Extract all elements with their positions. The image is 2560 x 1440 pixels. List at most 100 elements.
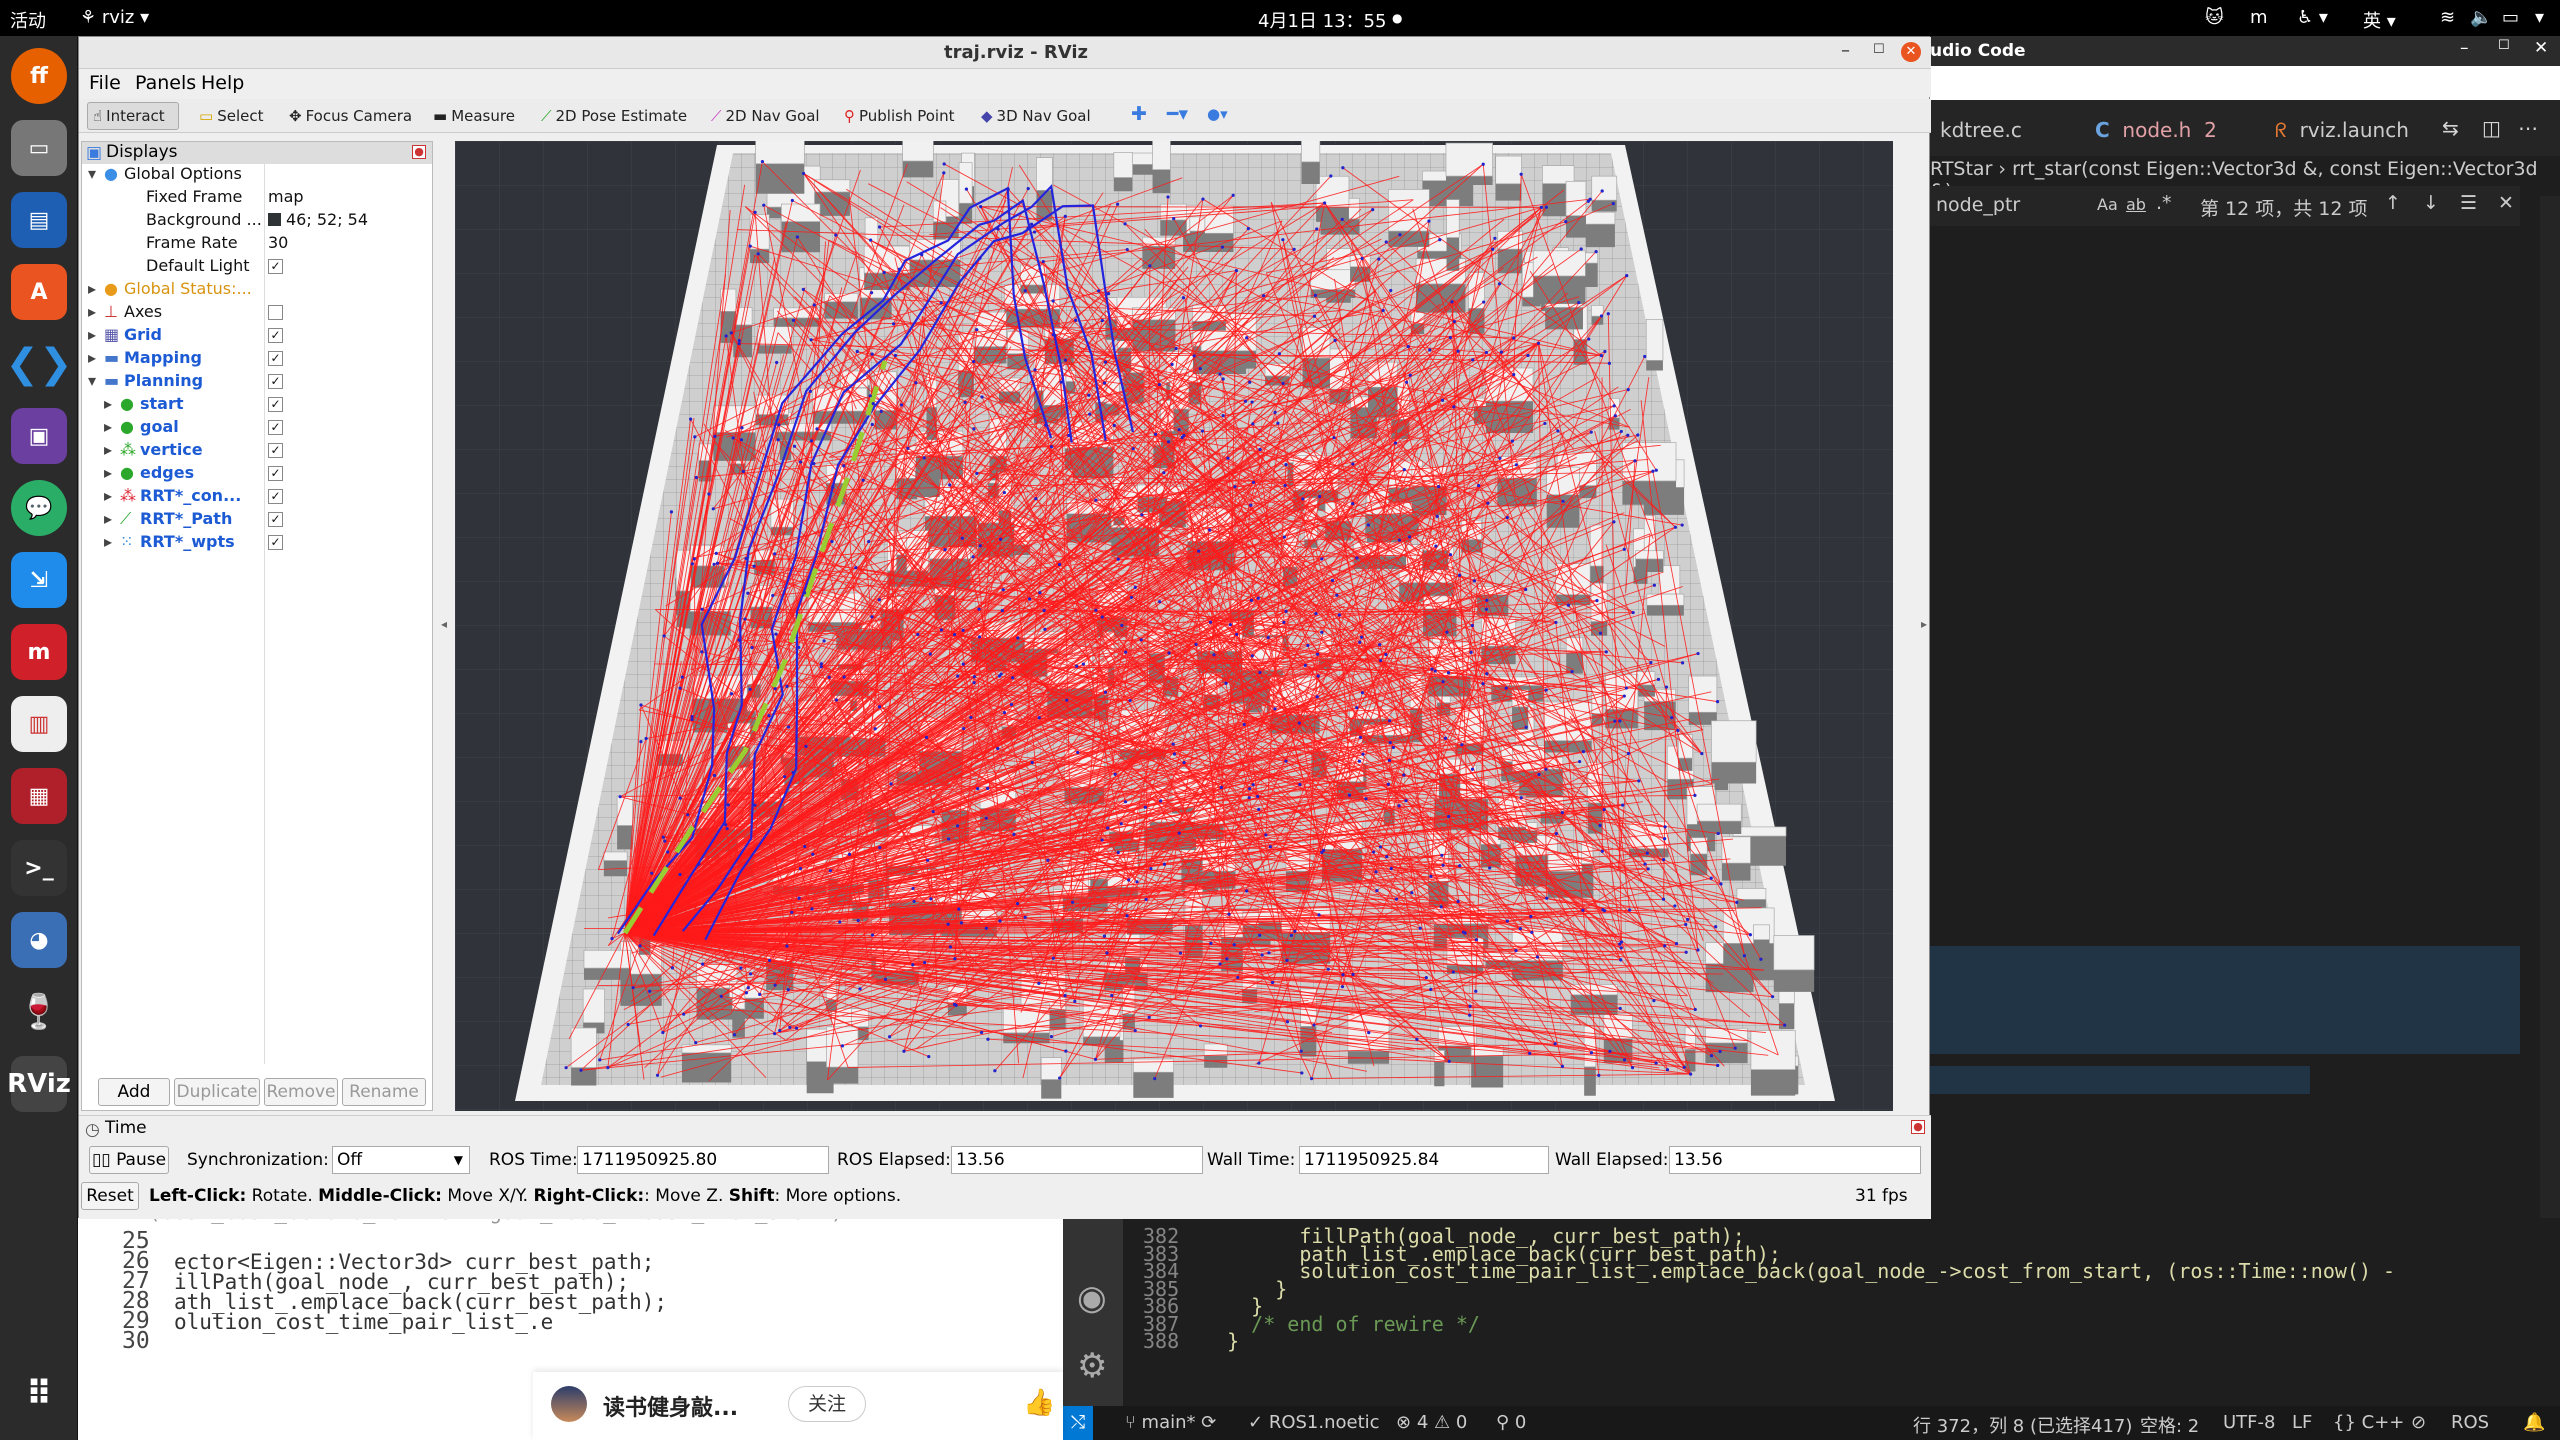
collapsed-arrow-icon[interactable]: ▸ [104, 463, 112, 482]
settings-gear-icon[interactable]: ⚙ [1077, 1346, 1107, 1386]
display-row[interactable]: ▾ ▬ Planning ✓ [82, 371, 432, 394]
account-icon[interactable]: ◉ [1077, 1278, 1107, 1318]
clock[interactable]: 4月1日 13：55 [1258, 7, 1386, 33]
regex-toggle-icon[interactable]: .* [2156, 192, 2172, 214]
writer-icon[interactable]: ▤ [11, 192, 67, 248]
accessibility-icon[interactable]: ♿ ▾ [2297, 7, 2328, 28]
previous-match-icon[interactable]: ↑ [2385, 192, 2401, 214]
display-row[interactable]: ▸ ● Global Status:... [82, 279, 432, 302]
tab-node-h[interactable]: C node.h 2 [2095, 118, 2217, 142]
display-row[interactable]: ▸ ● goal ✓ [82, 417, 432, 440]
remove-button[interactable]: Remove [264, 1078, 338, 1106]
reset-button[interactable]: Reset [81, 1182, 139, 1210]
visibility-checkbox[interactable]: ✓ [268, 374, 283, 389]
display-row[interactable]: ▸ ⊥ Axes [82, 302, 432, 325]
visibility-checkbox[interactable]: ✓ [268, 420, 283, 435]
publish-point-tool[interactable]: ⚲ Publish Point [844, 107, 954, 125]
code-editor-lower[interactable]: ◉ ⚙ 382 fillPath(goal_node_, curr_best_p… [1063, 1218, 2560, 1406]
property-cell[interactable]: 30 [268, 233, 288, 252]
collapsed-arrow-icon[interactable]: ▸ [104, 417, 112, 436]
display-row[interactable]: Background ... 46; 52; 54 [82, 210, 432, 233]
3d-viewport[interactable] [455, 141, 1893, 1111]
display-row[interactable]: ▸ ⟋ RRT*_Path ✓ [82, 509, 432, 532]
display-row[interactable]: Frame Rate 30 [82, 233, 432, 256]
battery-icon[interactable]: ▭ [2502, 7, 2519, 28]
software-center-icon[interactable]: A [11, 264, 67, 320]
display-row[interactable]: ▸ ● edges ✓ [82, 463, 432, 486]
cat-tray-icon[interactable]: 🐱 [2205, 7, 2224, 28]
terminal-icon[interactable]: >_ [11, 840, 67, 896]
visibility-checkbox[interactable]: ✓ [268, 512, 283, 527]
follow-button[interactable]: 关注 [788, 1386, 866, 1422]
more-actions-icon[interactable]: ⋯ [2518, 116, 2538, 140]
3d-nav-goal-tool[interactable]: ◆ 3D Nav Goal [981, 107, 1091, 125]
rviz-icon[interactable]: RViz [7, 1056, 71, 1112]
cursor-position[interactable]: 行 372，列 8 (已选择417) [1913, 1412, 2132, 1438]
pause-button[interactable]: ▯▯ Pause [89, 1146, 169, 1174]
ros-env-item[interactable]: ✓ ROS1.noetic [1248, 1412, 1380, 1433]
interact-tool[interactable]: ☝ Interact [93, 107, 165, 125]
display-row[interactable]: Fixed Frame map [82, 187, 432, 210]
expanded-arrow-icon[interactable]: ▾ [88, 164, 96, 183]
notes-icon[interactable]: ▥ [11, 696, 67, 752]
property-value[interactable]: 46; 52; 54 [286, 210, 368, 229]
rrt-star-scene[interactable] [455, 141, 1893, 1111]
find-in-selection-icon[interactable]: ☰ [2460, 192, 2477, 214]
pose-estimate-tool[interactable]: ⟋ 2D Pose Estimate [541, 107, 687, 125]
input-method[interactable]: 英 ▾ [2363, 7, 2396, 33]
files-icon[interactable]: ▭ [11, 120, 67, 176]
match-case-toggle[interactable]: Aa [2097, 195, 2118, 214]
visibility-checkbox[interactable]: ✓ [268, 443, 283, 458]
close-panel-icon[interactable]: ● [1911, 1120, 1925, 1134]
property-value[interactable]: map [268, 187, 304, 206]
remote-icon[interactable]: ⤭ [1063, 1406, 1093, 1440]
remove-tool-icon[interactable]: ━▾ [1167, 103, 1188, 125]
avatar[interactable] [551, 1386, 587, 1422]
color-swatch[interactable] [268, 213, 281, 226]
ros-time-field[interactable]: 1711950925.80 [577, 1146, 829, 1174]
display-row[interactable]: ▾ ● Global Options [82, 164, 432, 187]
visibility-checkbox[interactable]: ✓ [268, 397, 283, 412]
end-of-line[interactable]: LF [2292, 1412, 2312, 1433]
ros-elapsed-field[interactable]: 13.56 [951, 1146, 1203, 1174]
app-cat-icon[interactable]: ◕ [11, 912, 67, 968]
display-row[interactable]: ▸ ⁂ vertice ✓ [82, 440, 432, 463]
tray-icon[interactable]: m [2250, 7, 2268, 28]
wall-elapsed-field[interactable]: 13.56 [1669, 1146, 1921, 1174]
display-row[interactable]: Default Light ✓ [82, 256, 432, 279]
minimap-scrollbar[interactable] [2540, 196, 2560, 1396]
collapsed-arrow-icon[interactable]: ▸ [88, 348, 96, 367]
measure-tool[interactable]: ▬ Measure [433, 107, 515, 125]
close-panel-icon[interactable]: ● [412, 145, 426, 159]
find-input[interactable]: node_ptr [1936, 194, 2020, 216]
collapsed-arrow-icon[interactable]: ▸ [88, 325, 96, 344]
collapsed-arrow-icon[interactable]: ▸ [104, 532, 112, 551]
menu-panels[interactable]: Panels [135, 72, 196, 94]
display-row[interactable]: ▸ ⁂ RRT*_con... ✓ [82, 486, 432, 509]
collapse-left-icon[interactable]: ◂ [441, 617, 447, 631]
nav-goal-tool[interactable]: ⟋ 2D Nav Goal [711, 107, 820, 125]
collapsed-arrow-icon[interactable]: ▸ [88, 279, 96, 298]
expanded-arrow-icon[interactable]: ▾ [88, 371, 96, 390]
visibility-checkbox[interactable]: ✓ [268, 328, 283, 343]
rename-button[interactable]: Rename [342, 1078, 426, 1106]
minimize-icon[interactable]: – [1841, 40, 1850, 61]
app-menu[interactable]: ⚘ rviz ▾ [80, 7, 149, 28]
duplicate-button[interactable]: Duplicate [174, 1078, 260, 1106]
focus-camera-tool[interactable]: ✥ Focus Camera [289, 107, 412, 125]
maximize-icon[interactable]: ☐ [2498, 38, 2510, 53]
slides-icon[interactable]: ▦ [11, 768, 67, 824]
tab-kdtree[interactable]: kdtree.c [1940, 118, 2022, 142]
close-icon[interactable]: ✕ [2534, 38, 2548, 58]
language-mode[interactable]: {} C++ [2333, 1412, 2404, 1433]
wall-time-field[interactable]: 1711950925.84 [1299, 1146, 1549, 1174]
property-cell[interactable]: 46; 52; 54 [268, 210, 368, 229]
visibility-checkbox[interactable]: ✓ [268, 489, 283, 504]
system-menu-icon[interactable]: ▾ [2535, 7, 2544, 28]
wifi-icon[interactable]: ≋ [2440, 7, 2455, 28]
close-find-icon[interactable]: ✕ [2498, 192, 2514, 214]
match-word-toggle[interactable]: ab [2126, 195, 2146, 214]
indentation[interactable]: 空格: 2 [2140, 1412, 2199, 1438]
firefox-icon[interactable]: ff [11, 48, 67, 104]
visibility-checkbox[interactable]: ✓ [268, 351, 283, 366]
